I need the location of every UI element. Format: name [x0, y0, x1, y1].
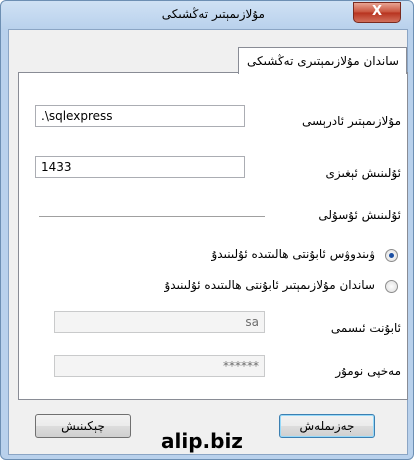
- radio-windows-label[interactable]: ۋىندوۋس ئابۇنتى ھالىتىدە ئۇلىنىدۇ: [212, 247, 375, 261]
- tab-panel: مۇلازىمېتىر ئادرېسى ئۇلىنىش ئېغىزى ئۇلىن…: [18, 72, 408, 400]
- radio-windows-auth[interactable]: [385, 249, 398, 262]
- password-input[interactable]: [54, 355, 265, 377]
- username-input[interactable]: [54, 311, 265, 333]
- server-address-input[interactable]: [35, 105, 245, 127]
- watermark-text: alip.biz: [161, 429, 243, 453]
- password-label: مەخپى نومۇر: [335, 364, 401, 378]
- window-title: مۇلازىمېتىر تەڭشىكى: [161, 7, 265, 21]
- settings-window: مۇلازىمېتىر تەڭشىكى X ساندان مۇلازىمېتىر…: [0, 0, 414, 460]
- close-button[interactable]: X: [353, 2, 401, 23]
- ok-button[interactable]: جەزىملەش: [279, 414, 375, 438]
- title-bar[interactable]: مۇلازىمېتىر تەڭشىكى X: [1, 1, 413, 29]
- radio-server-label[interactable]: ساندان مۇلازىمېتىر ئابۇنتى ھالىتىدە ئۇلى…: [164, 278, 375, 292]
- tab-label: ساندان مۇلازىمېتىرى تەڭشىكى: [247, 54, 399, 68]
- port-input[interactable]: [35, 156, 245, 178]
- close-icon: X: [371, 4, 383, 19]
- cancel-button[interactable]: چېكىنىش: [35, 414, 131, 438]
- client-area: ساندان مۇلازىمېتىرى تەڭشىكى مۇلازىمېتىر …: [8, 29, 408, 455]
- tab-database-server[interactable]: ساندان مۇلازىمېتىرى تەڭشىكى: [238, 47, 407, 74]
- server-address-label: مۇلازىمېتىر ئادرېسى: [301, 114, 401, 128]
- port-label: ئۇلىنىش ئېغىزى: [325, 166, 401, 180]
- connection-mode-divider: [39, 216, 265, 218]
- radio-server-auth[interactable]: [385, 280, 398, 293]
- connection-mode-label: ئۇلىنىش ئۇسۇلى: [318, 208, 401, 222]
- username-label: ئابۇنت ئىسمى: [330, 321, 401, 335]
